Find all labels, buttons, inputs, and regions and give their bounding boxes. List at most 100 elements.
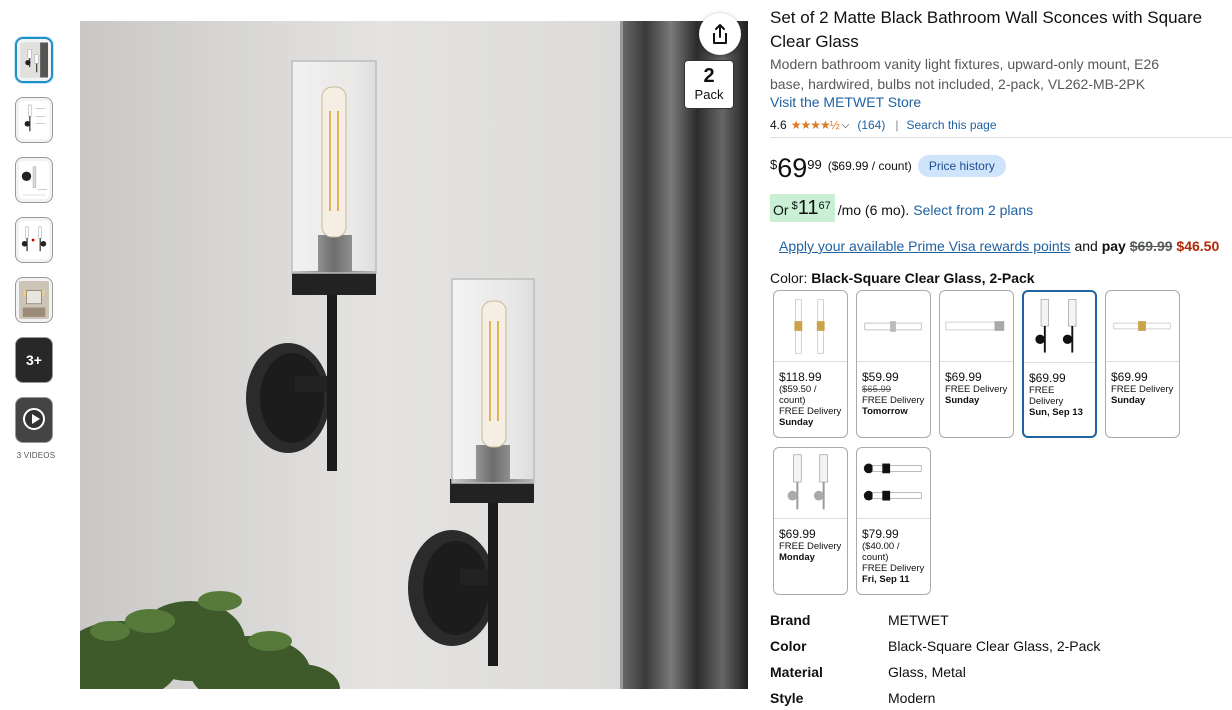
spec-key: Style: [770, 690, 804, 706]
swatch-nickel-clear[interactable]: $69.99 FREE Delivery Monday: [773, 447, 848, 595]
swatch-info: $118.99 ($59.50 / count) FREE Delivery S…: [774, 362, 847, 428]
product-subtitle: Modern bathroom vanity light fixtures, u…: [770, 56, 1160, 92]
spec-value: Black-Square Clear Glass, 2-Pack: [888, 638, 1101, 654]
videos-count-label: 3 VIDEOS: [16, 451, 56, 460]
spec-key: Brand: [770, 612, 811, 628]
swatch-chrome-horizontal[interactable]: $59.99 $65.99 FREE Delivery Tomorrow: [856, 290, 931, 438]
rating-value: 4.6: [770, 118, 787, 132]
share-button[interactable]: [699, 13, 741, 55]
store-link[interactable]: Visit the METWET Store: [770, 94, 921, 110]
swatch-delivery-day: Sun, Sep 13: [1029, 407, 1083, 418]
swatch-price: $59.99: [862, 370, 899, 384]
price-fraction: 99: [807, 157, 822, 172]
price-symbol: $: [770, 157, 778, 172]
color-selection-label: Color: Black-Square Clear Glass, 2-Pack: [770, 270, 1035, 286]
installment-term: /mo (6 mo).: [837, 202, 910, 218]
swatch-delivery-day: Tomorrow: [862, 406, 908, 417]
pack-badge: 2 Pack: [684, 60, 734, 109]
thumbnail-2[interactable]: [15, 97, 53, 143]
swatch-info: $69.99 FREE Delivery Sunday: [1106, 362, 1179, 406]
swatch-image: [1106, 291, 1179, 362]
visa-rewards-row: Apply your available Prime Visa rewards …: [779, 238, 1219, 254]
swatch-gold-clear[interactable]: $118.99 ($59.50 / count) FREE Delivery S…: [773, 290, 848, 438]
swatch-delivery: FREE Delivery: [1029, 385, 1064, 407]
swatch-delivery: FREE Delivery: [1111, 384, 1174, 395]
swatch-gold-bar[interactable]: $69.99 FREE Delivery Sunday: [1105, 290, 1180, 438]
divider-line: [770, 137, 1232, 138]
swatch-delivery: FREE Delivery: [862, 563, 925, 574]
play-icon: [23, 408, 45, 430]
swatch-chrome-bar[interactable]: $69.99 FREE Delivery Sunday: [939, 290, 1014, 438]
swatch-image: [774, 291, 847, 362]
more-images-label: 3+: [16, 338, 52, 382]
swatch-info: $69.99 FREE Delivery Sun, Sep 13: [1024, 363, 1095, 418]
swatch-unit-price: ($40.00 / count): [862, 541, 900, 563]
spec-value: Modern: [888, 690, 936, 706]
swatch-delivery-day: Sunday: [1111, 395, 1146, 406]
visa-and: and: [1074, 238, 1098, 254]
thumbnail-image: [19, 161, 49, 199]
spec-key: Color: [770, 638, 807, 654]
visa-new-price: $46.50: [1176, 238, 1220, 254]
thumbnail-4[interactable]: [15, 217, 53, 263]
swatch-delivery-day: Sunday: [779, 417, 814, 428]
thumbnail-5[interactable]: [15, 277, 53, 323]
main-product-image[interactable]: [80, 21, 748, 689]
swatch-image: [857, 291, 930, 362]
price-per-unit: ($69.99 / count): [827, 159, 912, 173]
swatch-delivery: FREE Delivery: [779, 541, 842, 552]
installment-whole: 11: [797, 197, 819, 219]
pack-count: 2: [703, 65, 715, 87]
swatch-price: $69.99: [1111, 370, 1148, 384]
swatch-price: $118.99: [779, 370, 822, 384]
visa-old-price: $69.99: [1129, 238, 1173, 254]
swatch-image: [774, 448, 847, 519]
thumbnail-image: [19, 281, 49, 319]
thumbnail-image: [19, 221, 49, 259]
installment-row: Or $ 11 67 /mo (6 mo). Select from 2 pla…: [770, 194, 1033, 222]
swatch-info: $79.99 ($40.00 / count) FREE Delivery Fr…: [857, 519, 930, 585]
star-icon[interactable]: ★★★★½: [791, 118, 840, 132]
divider: |: [895, 118, 899, 132]
swatch-delivery: FREE Delivery: [779, 406, 842, 417]
thumbnail-more[interactable]: 3+: [15, 337, 53, 383]
installment-price: Or $ 11 67: [770, 194, 835, 222]
spec-key: Material: [770, 664, 823, 680]
spec-value: Glass, Metal: [888, 664, 966, 680]
swatch-info: $59.99 $65.99 FREE Delivery Tomorrow: [857, 362, 930, 417]
swatch-price: $69.99: [945, 370, 982, 384]
swatch-delivery-day: Monday: [779, 552, 815, 563]
swatch-black-square-clear-selected[interactable]: $69.99 FREE Delivery Sun, Sep 13: [1022, 290, 1097, 438]
search-page-link[interactable]: Search this page: [906, 118, 996, 132]
share-icon: [710, 23, 730, 45]
swatch-image: [1024, 292, 1095, 363]
rating-row: 4.6 ★★★★½ ⌵ (164) | Search this page: [770, 118, 997, 132]
rating-count-link[interactable]: (164): [857, 118, 885, 132]
swatch-black-horizontal[interactable]: $79.99 ($40.00 / count) FREE Delivery Fr…: [856, 447, 931, 595]
thumbnail-video[interactable]: [15, 397, 53, 443]
visa-pay: pay: [1101, 238, 1126, 254]
swatch-delivery: FREE Delivery: [862, 395, 925, 406]
swatch-delivery-day: Sunday: [945, 395, 980, 406]
spec-value: METWET: [888, 612, 949, 628]
swatch-delivery: FREE Delivery: [945, 384, 1008, 395]
price-history-button[interactable]: Price history: [917, 155, 1006, 177]
price-whole: 69: [777, 153, 808, 183]
installment-or: Or: [773, 202, 789, 218]
swatch-price: $69.99: [779, 527, 816, 541]
thumbnail-image: [20, 42, 48, 78]
visa-rewards-link[interactable]: Apply your available Prime Visa rewards …: [779, 238, 1071, 254]
chevron-down-icon[interactable]: ⌵: [842, 120, 850, 131]
swatch-image: [940, 291, 1013, 362]
swatch-image: [857, 448, 930, 519]
thumbnail-image: [19, 101, 49, 139]
select-plans-link[interactable]: Select from 2 plans: [913, 202, 1033, 218]
swatch-info: $69.99 FREE Delivery Monday: [774, 519, 847, 563]
thumbnail-3[interactable]: [15, 157, 53, 203]
swatch-price: $69.99: [1029, 371, 1066, 385]
color-label: Color:: [770, 270, 808, 286]
swatch-unit-price: ($59.50 / count): [779, 384, 817, 406]
thumbnail-1[interactable]: [15, 37, 53, 83]
color-value: Black-Square Clear Glass, 2-Pack: [811, 270, 1035, 286]
swatch-price: $79.99: [862, 527, 899, 541]
